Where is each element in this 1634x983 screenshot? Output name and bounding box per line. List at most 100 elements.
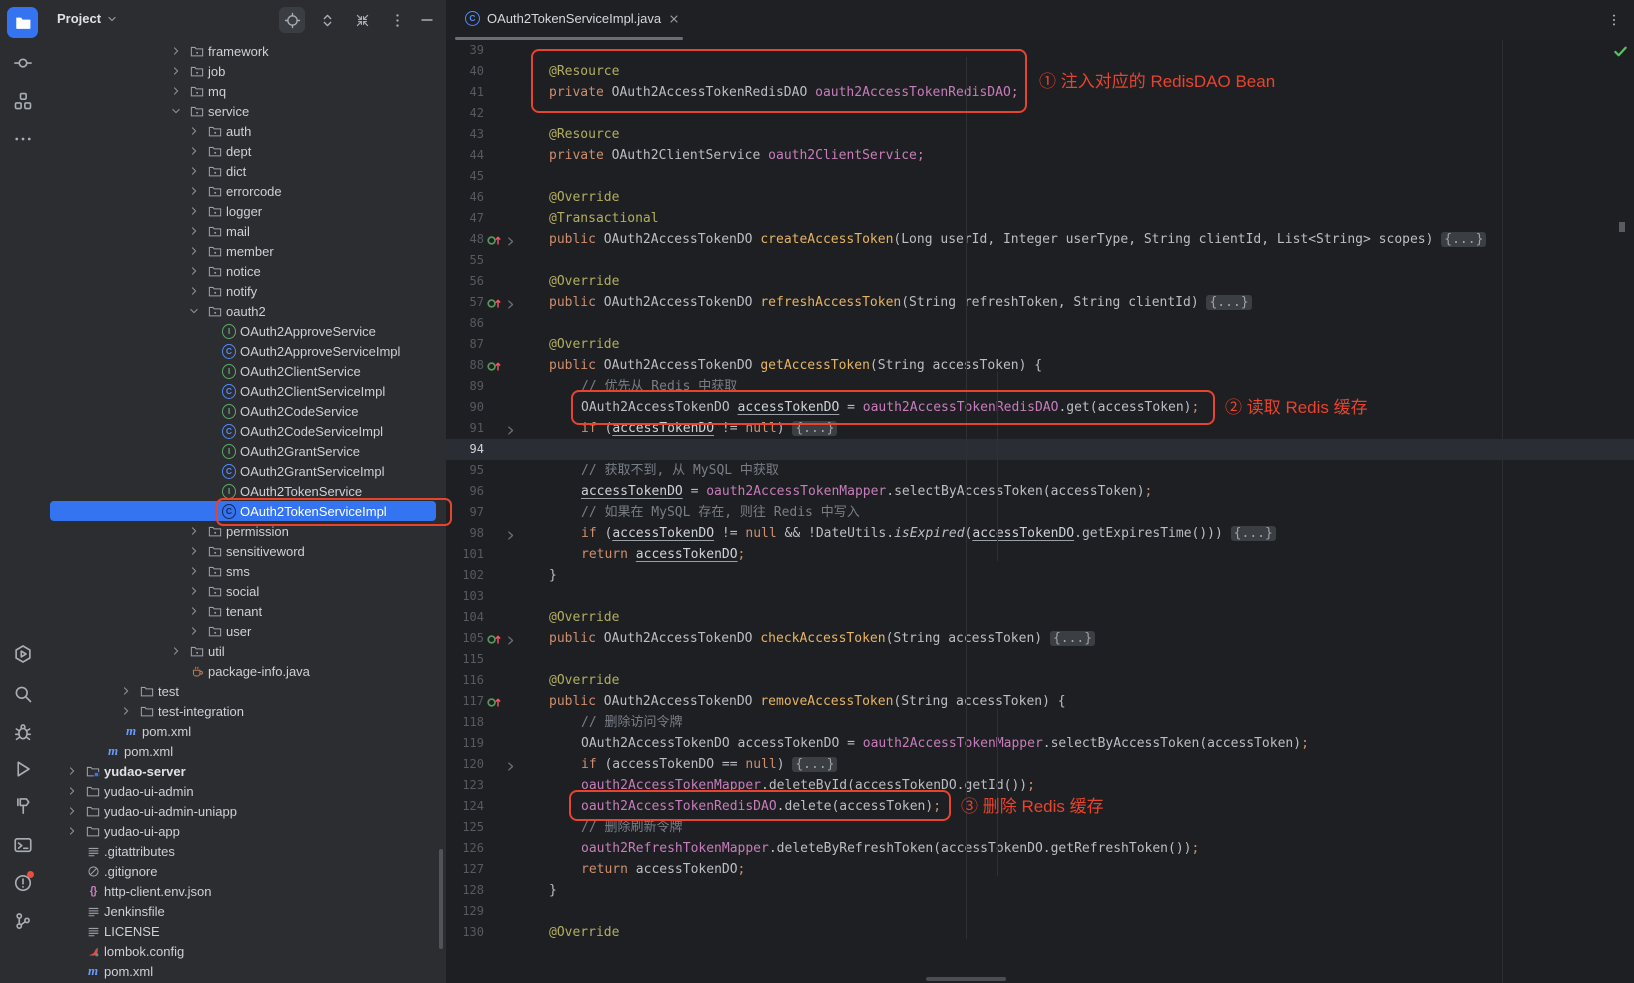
tree-item-yudao-ui-admin-uniapp[interactable]: yudao-ui-admin-uniapp xyxy=(45,801,446,821)
tree-item-service[interactable]: service xyxy=(45,101,446,121)
code-line-95[interactable]: 95// 获取不到, 从 MySQL 中获取 xyxy=(446,460,1634,481)
activity-search-icon[interactable] xyxy=(7,678,38,709)
code-line-120[interactable]: 120if (accessTokenDO == null) {...} xyxy=(446,754,1634,775)
activity-commit-icon[interactable] xyxy=(7,47,38,78)
code-line-118[interactable]: 118// 删除访问令牌 xyxy=(446,712,1634,733)
chevron-collapsed-icon[interactable] xyxy=(66,825,78,837)
chevron-collapsed-icon[interactable] xyxy=(120,685,132,697)
tree-item-test[interactable]: test xyxy=(45,681,446,701)
code-line-97[interactable]: 97// 如果在 MySQL 存在, 则往 Redis 中写入 xyxy=(446,502,1634,523)
tree-item-oauth2approveservice[interactable]: IOAuth2ApproveService xyxy=(45,321,446,341)
chevron-collapsed-icon[interactable] xyxy=(188,205,200,217)
activity-services-icon[interactable] xyxy=(7,638,38,669)
tree-item-pom-xml[interactable]: mpom.xml xyxy=(45,961,446,981)
chevron-collapsed-icon[interactable] xyxy=(170,645,182,657)
chevron-collapsed-icon[interactable] xyxy=(188,585,200,597)
tree-item-framework[interactable]: framework xyxy=(45,41,446,61)
code-line-87[interactable]: 87@Override xyxy=(446,334,1634,355)
activity-build-icon[interactable] xyxy=(7,790,38,821)
chevron-collapsed-icon[interactable] xyxy=(188,285,200,297)
code-line-119[interactable]: 119OAuth2AccessTokenDO accessTokenDO = o… xyxy=(446,733,1634,754)
close-icon[interactable] xyxy=(668,13,680,25)
code-line-57[interactable]: 57public OAuth2AccessTokenDO refreshAcce… xyxy=(446,292,1634,313)
code-line-98[interactable]: 98if (accessTokenDO != null && !DateUtil… xyxy=(446,523,1634,544)
tree-item-sensitiveword[interactable]: sensitiveword xyxy=(45,541,446,561)
code-line-46[interactable]: 46@Override xyxy=(446,187,1634,208)
code-line-56[interactable]: 56@Override xyxy=(446,271,1634,292)
activity-project-icon[interactable] xyxy=(7,7,38,38)
tree-item-oauth2grantserviceimpl[interactable]: COAuth2GrantServiceImpl xyxy=(45,461,446,481)
code-line-128[interactable]: 128} xyxy=(446,880,1634,901)
code-line-103[interactable]: 103 xyxy=(446,586,1634,607)
tree-item-notify[interactable]: notify xyxy=(45,281,446,301)
tree-item-jenkinsfile[interactable]: Jenkinsfile xyxy=(45,901,446,921)
tree-item-job[interactable]: job xyxy=(45,61,446,81)
tree-item-test-integration[interactable]: test-integration xyxy=(45,701,446,721)
chevron-expanded-icon[interactable] xyxy=(170,105,182,117)
activity-version-control-icon[interactable] xyxy=(7,905,38,936)
chevron-collapsed-icon[interactable] xyxy=(188,625,200,637)
code-line-48[interactable]: 48public OAuth2AccessTokenDO createAcces… xyxy=(446,229,1634,250)
tree-item-oauth2codeserviceimpl[interactable]: COAuth2CodeServiceImpl xyxy=(45,421,446,441)
tree-item-tenant[interactable]: tenant xyxy=(45,601,446,621)
code-line-115[interactable]: 115 xyxy=(446,649,1634,670)
code-line-129[interactable]: 129 xyxy=(446,901,1634,922)
chevron-collapsed-icon[interactable] xyxy=(188,245,200,257)
activity-debug-icon[interactable] xyxy=(7,716,38,747)
inspection-ok-icon[interactable] xyxy=(1613,44,1628,64)
code-line-101[interactable]: 101return accessTokenDO; xyxy=(446,544,1634,565)
chevron-collapsed-icon[interactable] xyxy=(188,265,200,277)
tree-item-http-client-env-json[interactable]: {}http-client.env.json xyxy=(45,881,446,901)
code-line-44[interactable]: 44private OAuth2ClientService oauth2Clie… xyxy=(446,145,1634,166)
code-line-45[interactable]: 45 xyxy=(446,166,1634,187)
tree-item-user[interactable]: user xyxy=(45,621,446,641)
activity-terminal-icon[interactable] xyxy=(7,829,38,860)
tree-item-oauth2tokenserviceimpl[interactable]: COAuth2TokenServiceImpl xyxy=(45,501,446,521)
code-line-86[interactable]: 86 xyxy=(446,313,1634,334)
activity-run-icon[interactable] xyxy=(7,753,38,784)
chevron-collapsed-icon[interactable] xyxy=(170,65,182,77)
code-line-88[interactable]: 88public OAuth2AccessTokenDO getAccessTo… xyxy=(446,355,1634,376)
tree-item-util[interactable]: util xyxy=(45,641,446,661)
tree-item--gitattributes[interactable]: .gitattributes xyxy=(45,841,446,861)
project-tree-scrollbar[interactable] xyxy=(439,849,443,949)
activity-more-icon[interactable] xyxy=(7,123,38,154)
tree-item-errorcode[interactable]: errorcode xyxy=(45,181,446,201)
tree-item--gitignore[interactable]: .gitignore xyxy=(45,861,446,881)
chevron-collapsed-icon[interactable] xyxy=(170,45,182,57)
chevron-collapsed-icon[interactable] xyxy=(188,145,200,157)
code-line-55[interactable]: 55 xyxy=(446,250,1634,271)
chevron-collapsed-icon[interactable] xyxy=(120,705,132,717)
tree-item-pom-xml[interactable]: mpom.xml xyxy=(45,741,446,761)
code-line-94[interactable]: 94 xyxy=(446,439,1634,460)
tree-item-oauth2[interactable]: oauth2 xyxy=(45,301,446,321)
code-line-116[interactable]: 116@Override xyxy=(446,670,1634,691)
tree-item-member[interactable]: member xyxy=(45,241,446,261)
chevron-collapsed-icon[interactable] xyxy=(66,805,78,817)
tab-options-button[interactable] xyxy=(1604,10,1624,30)
chevron-collapsed-icon[interactable] xyxy=(188,545,200,557)
tree-item-pom-xml[interactable]: mpom.xml xyxy=(45,721,446,741)
tree-item-lombok-config[interactable]: lombok.config xyxy=(45,941,446,961)
tree-item-oauth2approveserviceimpl[interactable]: COAuth2ApproveServiceImpl xyxy=(45,341,446,361)
chevron-collapsed-icon[interactable] xyxy=(188,605,200,617)
tree-item-yudao-server[interactable]: yudao-server xyxy=(45,761,446,781)
tree-item-sms[interactable]: sms xyxy=(45,561,446,581)
chevron-expanded-icon[interactable] xyxy=(188,305,200,317)
chevron-collapsed-icon[interactable] xyxy=(66,765,78,777)
horizontal-scrollbar[interactable] xyxy=(926,977,1006,981)
chevron-collapsed-icon[interactable] xyxy=(188,565,200,577)
code-editor[interactable]: 3940@Resource41private OAuth2AccessToken… xyxy=(446,40,1634,983)
tree-item-mail[interactable]: mail xyxy=(45,221,446,241)
tree-item-dept[interactable]: dept xyxy=(45,141,446,161)
tree-item-dict[interactable]: dict xyxy=(45,161,446,181)
chevron-collapsed-icon[interactable] xyxy=(170,85,182,97)
code-line-117[interactable]: 117public OAuth2AccessTokenDO removeAcce… xyxy=(446,691,1634,712)
tree-item-yudao-ui-admin[interactable]: yudao-ui-admin xyxy=(45,781,446,801)
tree-item-yudao-ui-app[interactable]: yudao-ui-app xyxy=(45,821,446,841)
code-line-130[interactable]: 130@Override xyxy=(446,922,1634,943)
activity-structure-icon[interactable] xyxy=(7,85,38,116)
chevron-collapsed-icon[interactable] xyxy=(188,185,200,197)
code-line-102[interactable]: 102} xyxy=(446,565,1634,586)
chevron-collapsed-icon[interactable] xyxy=(188,525,200,537)
